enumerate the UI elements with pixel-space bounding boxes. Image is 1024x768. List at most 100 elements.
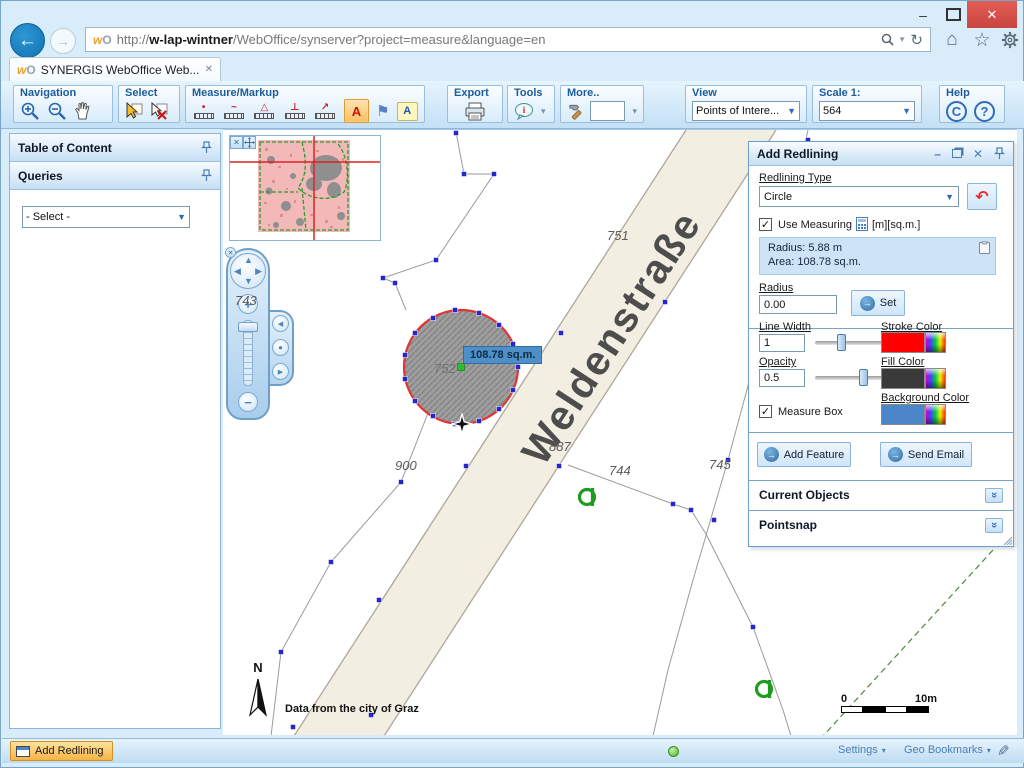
opacity-input[interactable]: 0.5 — [759, 369, 805, 387]
home-icon[interactable]: ⌂ — [939, 28, 965, 52]
pan-hand-icon[interactable] — [74, 101, 92, 121]
background-color-swatch[interactable] — [881, 404, 925, 425]
history-home-button[interactable]: ● — [272, 339, 289, 356]
radius-input[interactable]: 0.00 — [759, 295, 837, 314]
overview-map[interactable]: ✕ — [229, 135, 381, 241]
more-input[interactable] — [590, 101, 625, 121]
forward-button[interactable]: → — [50, 28, 76, 54]
measure-point-icon[interactable]: • — [192, 103, 215, 119]
browser-window: – ✕ ← → wO http://w-lap-wintner/WebOffic… — [0, 0, 1024, 768]
panel-restore-icon[interactable] — [952, 149, 962, 158]
line-width-input[interactable]: 1 — [759, 334, 805, 352]
set-button[interactable]: →Set — [851, 290, 905, 316]
help-button[interactable]: ? — [974, 101, 995, 122]
circle-center-handle[interactable] — [458, 364, 465, 371]
identify-info-icon[interactable]: i — [514, 102, 534, 120]
stroke-color-picker[interactable] — [925, 332, 946, 353]
url-field[interactable]: wO http://w-lap-wintner/WebOffice/synser… — [85, 27, 931, 52]
zoom-out-button[interactable]: − — [238, 392, 258, 412]
copyright-button[interactable]: C — [946, 101, 967, 122]
redlining-type-label: Redlining Type — [759, 172, 832, 184]
map-navigation-widget[interactable]: ✕ ▲ ▼ ◀ ▶ + − — [226, 248, 270, 420]
slider-handle[interactable] — [859, 369, 868, 386]
history-buttons: ◀ ● ▶ — [270, 310, 294, 386]
measure-line-icon[interactable]: ~ — [222, 103, 245, 119]
sidebar-item-table-of-content[interactable]: Table of Content — [10, 134, 220, 162]
pan-down-icon[interactable]: ▼ — [244, 277, 253, 286]
search-icon[interactable] — [881, 33, 894, 46]
pan-dpad[interactable]: ▲ ▼ ◀ ▶ — [230, 253, 266, 289]
more-dropdown-caret[interactable]: ▾ — [632, 106, 637, 117]
text-label-icon[interactable]: A — [397, 102, 418, 121]
pan-left-icon[interactable]: ◀ — [234, 267, 241, 276]
sidebar-item-queries[interactable]: Queries — [10, 162, 220, 190]
undo-button[interactable]: ↶ — [967, 183, 997, 210]
area-readout: Area: 108.78 sq.m. — [760, 254, 995, 268]
pin-icon[interactable] — [994, 147, 1005, 160]
tab-close-icon[interactable]: ✕ — [205, 64, 213, 75]
print-icon[interactable] — [464, 102, 486, 121]
query-select[interactable]: - Select -▼ — [22, 206, 190, 228]
pen-icon[interactable]: ✎ — [997, 742, 1010, 760]
panel-minimize-icon[interactable]: – — [934, 147, 941, 161]
tools-dropdown-caret[interactable]: ▾ — [541, 106, 546, 117]
flag-marker-icon[interactable]: ⚑ — [376, 104, 389, 119]
clipboard-icon[interactable] — [979, 241, 990, 254]
chevron-down-icon: ▼ — [941, 192, 954, 202]
clear-selection-icon[interactable] — [150, 102, 168, 120]
scale-input[interactable]: 564▼ — [819, 101, 915, 121]
fill-color-picker[interactable] — [925, 368, 946, 389]
search-dropdown-caret[interactable]: ▾ — [900, 34, 905, 45]
map-attribution: Data from the city of Graz — [285, 703, 419, 715]
history-forward-button[interactable]: ▶ — [272, 363, 289, 380]
task-tab-add-redlining[interactable]: Add Redlining — [10, 741, 113, 761]
fill-color-swatch[interactable] — [881, 368, 925, 389]
measure-coordinate-icon[interactable]: ↗ — [313, 103, 336, 119]
geo-bookmarks-menu[interactable]: Geo Bookmarks▾ — [904, 744, 991, 756]
chevron-down-icon: ▼ — [898, 106, 911, 116]
history-back-button[interactable]: ◀ — [272, 315, 289, 332]
add-redlining-tool-icon[interactable]: A — [344, 99, 369, 123]
settings-menu[interactable]: Settings▾ — [838, 744, 886, 756]
pointsnap-section[interactable]: Pointsnap » — [749, 513, 1013, 537]
settings-gear-icon[interactable] — [997, 28, 1023, 52]
radius-label: Radius — [759, 282, 793, 294]
pin-icon[interactable] — [201, 141, 212, 154]
zoom-in-icon[interactable] — [20, 101, 40, 121]
overview-close-button[interactable]: ✕ — [230, 136, 243, 149]
measure-box-checkbox[interactable]: ✓ — [759, 405, 772, 418]
resize-grip[interactable] — [1002, 535, 1012, 545]
redlining-type-select[interactable]: Circle▼ — [759, 186, 959, 207]
expand-button[interactable]: » — [985, 518, 1003, 533]
panel-close-icon[interactable]: ✕ — [973, 147, 983, 161]
browser-tab[interactable]: wO SYNERGIS WebOffice Web... ✕ — [9, 57, 221, 81]
current-objects-section[interactable]: Current Objects » — [749, 483, 1013, 507]
calculator-icon[interactable] — [856, 217, 868, 231]
nav-close-button[interactable]: ✕ — [225, 247, 236, 258]
use-measuring-checkbox[interactable]: ✓ — [759, 218, 772, 231]
zoom-out-icon[interactable] — [47, 101, 67, 121]
panel-header[interactable]: Add Redlining – ✕ — [749, 142, 1013, 166]
pan-up-icon[interactable]: ▲ — [244, 256, 253, 265]
send-email-button[interactable]: →Send Email — [880, 442, 972, 467]
zoom-slider-handle[interactable] — [238, 322, 258, 332]
slider-handle[interactable] — [837, 334, 846, 351]
favorites-star-icon[interactable]: ☆ — [969, 28, 995, 52]
pin-icon[interactable] — [201, 169, 212, 182]
divider — [749, 510, 1013, 511]
stroke-color-swatch[interactable] — [881, 332, 925, 353]
select-features-icon[interactable] — [125, 102, 143, 120]
pan-right-icon[interactable]: ▶ — [255, 267, 262, 276]
background-color-picker[interactable] — [925, 404, 946, 425]
measure-area-icon[interactable]: △ — [253, 103, 276, 119]
expand-button[interactable]: » — [985, 488, 1003, 503]
view-select[interactable]: Points of Intere...▼ — [692, 101, 800, 121]
back-button[interactable]: ← — [10, 23, 45, 58]
chevron-down-icon: ▾ — [882, 746, 886, 755]
add-feature-button[interactable]: →Add Feature — [757, 442, 851, 467]
measure-tooltip: 108.78 sq.m. — [463, 346, 542, 364]
overview-move-button[interactable] — [243, 136, 256, 149]
measure-perpendicular-icon[interactable]: ⊥ — [283, 103, 306, 119]
tools-hammer-icon[interactable] — [567, 103, 583, 120]
refresh-icon[interactable]: ↻ — [910, 31, 923, 49]
